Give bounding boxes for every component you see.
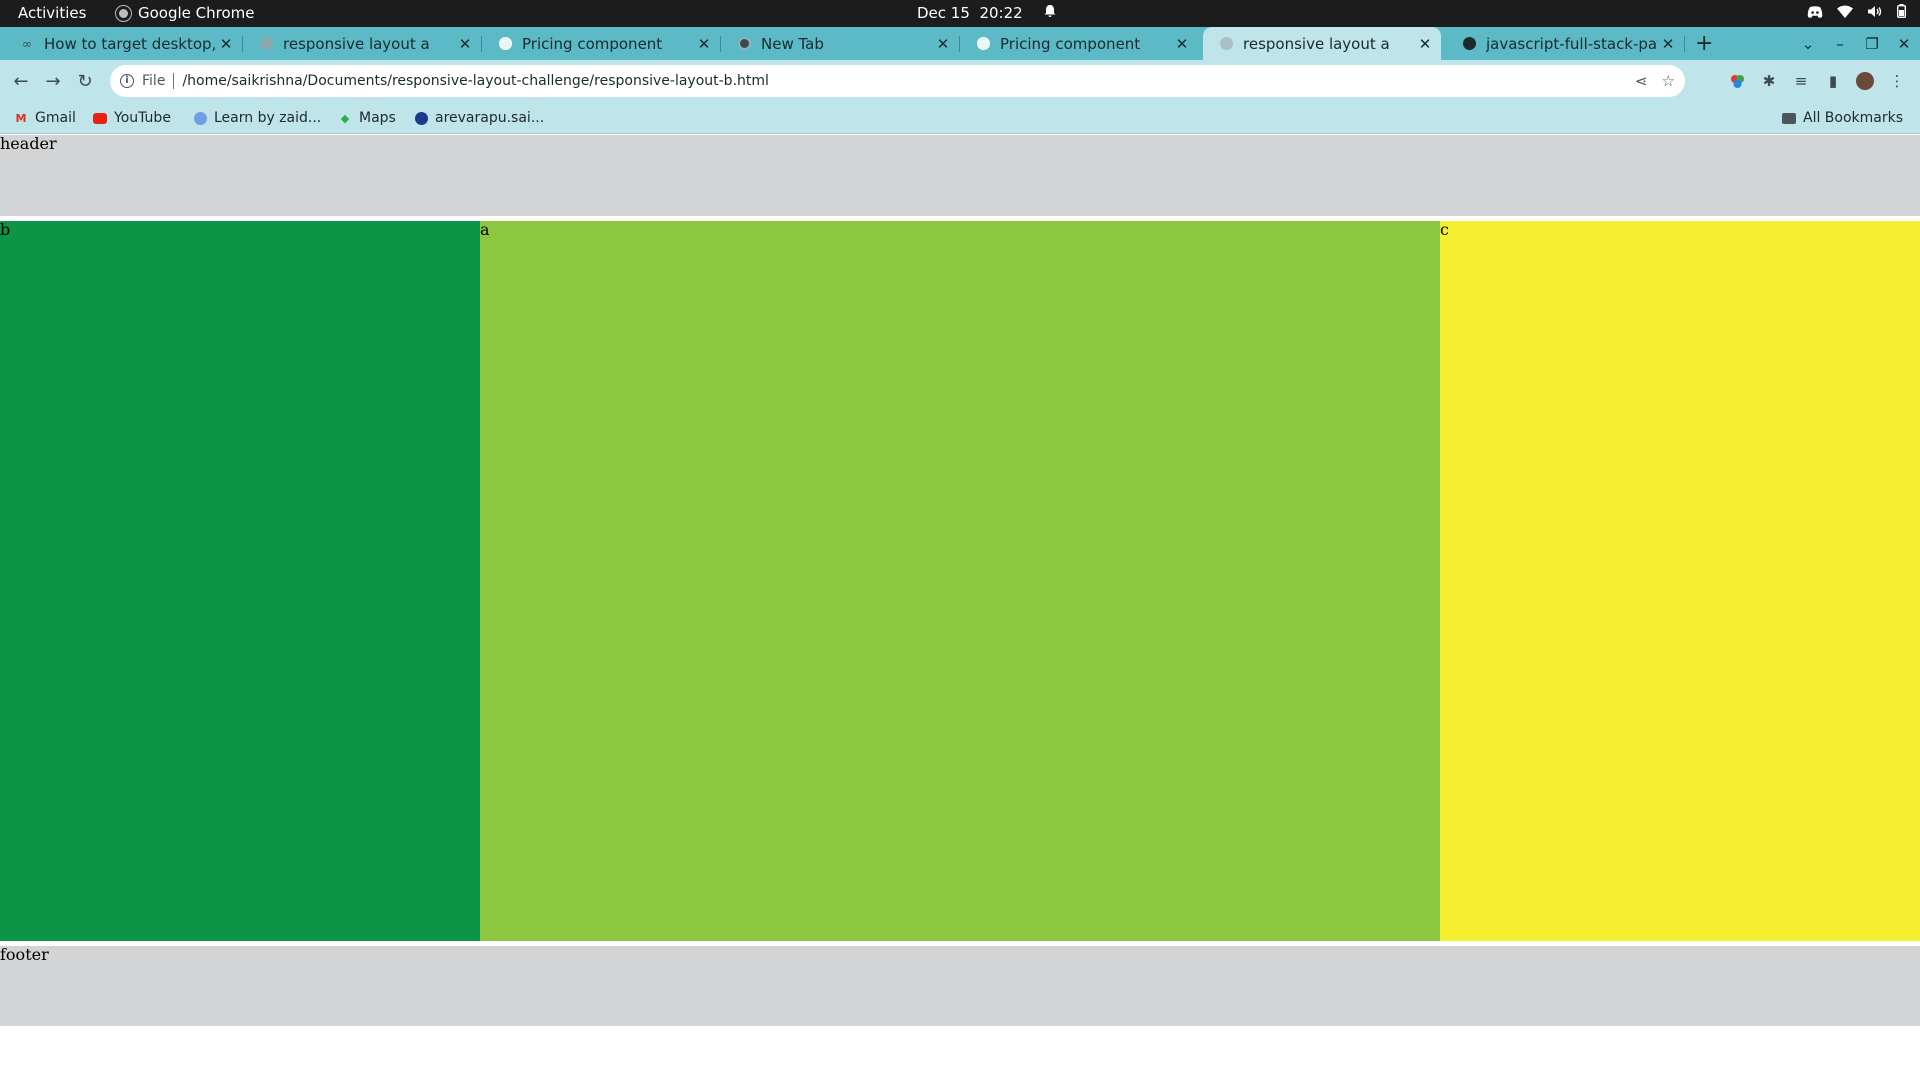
tab-strip: ∞ How to target desktop, t ✕ responsive … bbox=[0, 27, 1920, 60]
block-c-label: c bbox=[1440, 220, 1449, 239]
discord-icon bbox=[1807, 4, 1823, 22]
block-a-label: a bbox=[480, 220, 490, 239]
site-logo-icon bbox=[414, 111, 428, 125]
tab-2[interactable]: Pricing component ✕ bbox=[482, 27, 721, 60]
browser-toolbar: ← → ↻ i File /home/saikrishna/Documents/… bbox=[0, 60, 1920, 102]
share-icon[interactable]: ⋖ bbox=[1635, 72, 1648, 90]
minimize-icon[interactable]: – bbox=[1824, 35, 1856, 53]
folder-icon bbox=[1782, 111, 1796, 125]
bookmark-arevarapu[interactable]: arevarapu.sai... bbox=[414, 102, 544, 134]
tab-5-active[interactable]: responsive layout a ✕ bbox=[1203, 27, 1441, 60]
url-text[interactable]: /home/saikrishna/Documents/responsive-la… bbox=[182, 73, 768, 89]
footer-block: footer bbox=[0, 946, 1920, 1026]
tab-6[interactable]: javascript-full-stack-path ✕ bbox=[1446, 27, 1685, 60]
tab-title: responsive layout a bbox=[1243, 34, 1390, 53]
tab-title: Pricing component bbox=[522, 34, 663, 53]
volume-icon bbox=[1867, 4, 1883, 22]
tab-0[interactable]: ∞ How to target desktop, t ✕ bbox=[4, 27, 243, 60]
tab-title: New Tab bbox=[761, 34, 824, 53]
tab-4[interactable]: Pricing component ✕ bbox=[960, 27, 1198, 60]
system-tray[interactable] bbox=[1807, 4, 1906, 22]
address-bar[interactable]: i File /home/saikrishna/Documents/respon… bbox=[110, 65, 1685, 97]
close-icon[interactable]: ✕ bbox=[216, 35, 236, 53]
gmail-icon: M bbox=[15, 111, 27, 125]
tab-search-chevron-icon[interactable]: ⌄ bbox=[1792, 35, 1824, 53]
bookmark-gmail[interactable]: M Gmail bbox=[14, 102, 76, 134]
youtube-icon bbox=[93, 111, 107, 125]
globe-icon bbox=[193, 111, 207, 125]
all-bookmarks[interactable]: All Bookmarks bbox=[1782, 102, 1903, 134]
window-controls: ⌄ – ❐ ✕ bbox=[1792, 27, 1920, 60]
bookmarks-bar: M Gmail YouTube Learn by zaid... ◆ Maps … bbox=[0, 102, 1920, 134]
block-a: a bbox=[480, 221, 1440, 941]
tab-title: javascript-full-stack-path bbox=[1486, 34, 1658, 53]
footer-label: footer bbox=[0, 945, 49, 964]
block-c: c bbox=[1440, 221, 1920, 941]
clock[interactable]: Dec 15 20:22 bbox=[917, 4, 1057, 22]
new-tab-button[interactable]: + bbox=[1695, 27, 1713, 60]
bookmark-learn-by-zaid[interactable]: Learn by zaid... bbox=[193, 102, 321, 134]
app-menu[interactable]: Google Chrome bbox=[116, 4, 255, 22]
page-viewport: header b a c footer bbox=[0, 135, 1920, 1080]
clock-text: Dec 15 20:22 bbox=[917, 4, 1023, 22]
color-extension-icon[interactable] bbox=[1724, 60, 1750, 102]
back-arrow-icon[interactable]: ← bbox=[5, 60, 37, 102]
tab-title: responsive layout a bbox=[283, 34, 430, 53]
app-name: Google Chrome bbox=[138, 4, 255, 22]
close-icon[interactable]: ✕ bbox=[1415, 35, 1435, 53]
close-icon[interactable]: ✕ bbox=[933, 35, 953, 53]
reading-list-icon[interactable]: ≡ bbox=[1788, 60, 1814, 102]
tab-1[interactable]: responsive layout a ✕ bbox=[243, 27, 482, 60]
header-block: header bbox=[0, 135, 1920, 216]
tab-title: Pricing component bbox=[1000, 34, 1141, 53]
maps-pin-icon: ◆ bbox=[340, 111, 350, 125]
profile-avatar-icon[interactable] bbox=[1852, 60, 1878, 102]
bookmark-maps[interactable]: ◆ Maps bbox=[338, 102, 396, 134]
puzzle-extensions-icon[interactable]: ✱ bbox=[1756, 60, 1782, 102]
close-icon[interactable]: ✕ bbox=[1658, 35, 1678, 53]
forward-arrow-icon[interactable]: → bbox=[37, 60, 69, 102]
page-favicon-icon bbox=[498, 37, 512, 51]
close-icon[interactable]: ✕ bbox=[1172, 35, 1192, 53]
menu-kebab-icon[interactable]: ⋮ bbox=[1884, 60, 1910, 102]
tab-title: How to target desktop, t bbox=[44, 34, 216, 53]
link-favicon-icon: ∞ bbox=[22, 36, 32, 51]
header-label: header bbox=[0, 134, 57, 153]
page-favicon-icon bbox=[259, 37, 273, 51]
restore-icon[interactable]: ❐ bbox=[1856, 35, 1888, 53]
page-favicon-icon bbox=[976, 37, 990, 51]
chrome-favicon-icon bbox=[737, 37, 751, 51]
bell-icon bbox=[1043, 4, 1057, 22]
activities-button[interactable]: Activities bbox=[18, 4, 86, 22]
wifi-icon bbox=[1837, 4, 1853, 22]
tab-3[interactable]: New Tab ✕ bbox=[721, 27, 960, 60]
battery-icon bbox=[1896, 4, 1906, 22]
github-favicon-icon bbox=[1462, 37, 1476, 51]
page-favicon-icon bbox=[1219, 37, 1233, 51]
star-icon[interactable]: ☆ bbox=[1662, 72, 1675, 90]
scheme-label: File bbox=[142, 73, 166, 89]
bookmark-youtube[interactable]: YouTube bbox=[93, 102, 171, 134]
close-icon[interactable]: ✕ bbox=[455, 35, 475, 53]
system-top-bar: Activities Google Chrome Dec 15 20:22 bbox=[0, 0, 1920, 27]
block-b: b bbox=[0, 221, 480, 941]
close-window-icon[interactable]: ✕ bbox=[1888, 35, 1920, 53]
reload-icon[interactable]: ↻ bbox=[69, 60, 101, 102]
block-b-label: b bbox=[0, 220, 11, 239]
side-panel-icon[interactable]: ▮ bbox=[1820, 60, 1846, 102]
chrome-icon bbox=[116, 5, 131, 21]
close-icon[interactable]: ✕ bbox=[694, 35, 714, 53]
info-icon[interactable]: i bbox=[120, 74, 134, 88]
